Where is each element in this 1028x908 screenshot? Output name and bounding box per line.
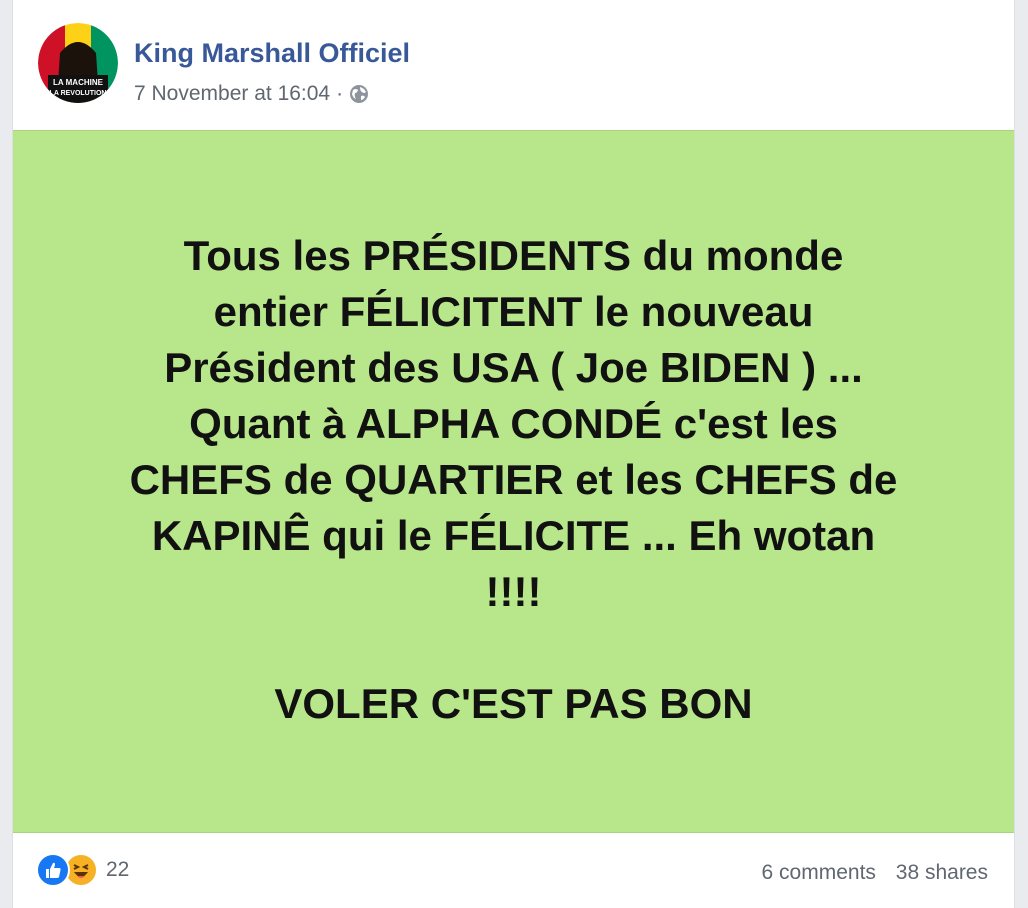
comments-count-link[interactable]: 6 comments: [762, 861, 876, 884]
post-timestamp[interactable]: 7 November at 16:04: [134, 82, 330, 106]
avatar-text-2: LA REVOLUTION: [50, 90, 107, 97]
author-avatar[interactable]: LA MACHINE LA REVOLUTION: [38, 23, 118, 103]
author-name-link[interactable]: King Marshall Officiel: [134, 38, 410, 69]
like-icon: [36, 853, 70, 887]
reaction-count: 22: [106, 858, 130, 881]
post-header: LA MACHINE LA REVOLUTION King Marshall O…: [13, 0, 1014, 130]
post-text: Tous les PRÉSIDENTS du monde entier FÉLI…: [129, 232, 898, 727]
shares-count-link[interactable]: 38 shares: [896, 861, 988, 884]
avatar-text-1: LA MACHINE: [53, 78, 104, 87]
post-text-background: Tous les PRÉSIDENTS du monde entier FÉLI…: [13, 130, 1014, 833]
meta-separator: ·: [336, 82, 344, 105]
reactions-summary[interactable]: 22: [36, 853, 129, 887]
post-meta: 7 November at 16:04 ·: [134, 82, 369, 106]
engagement-counts: 6 comments 38 shares: [762, 861, 988, 885]
post-card: LA MACHINE LA REVOLUTION King Marshall O…: [12, 0, 1015, 908]
globe-icon[interactable]: [349, 84, 369, 104]
post-footer: 22 6 comments 38 shares: [13, 833, 1014, 908]
